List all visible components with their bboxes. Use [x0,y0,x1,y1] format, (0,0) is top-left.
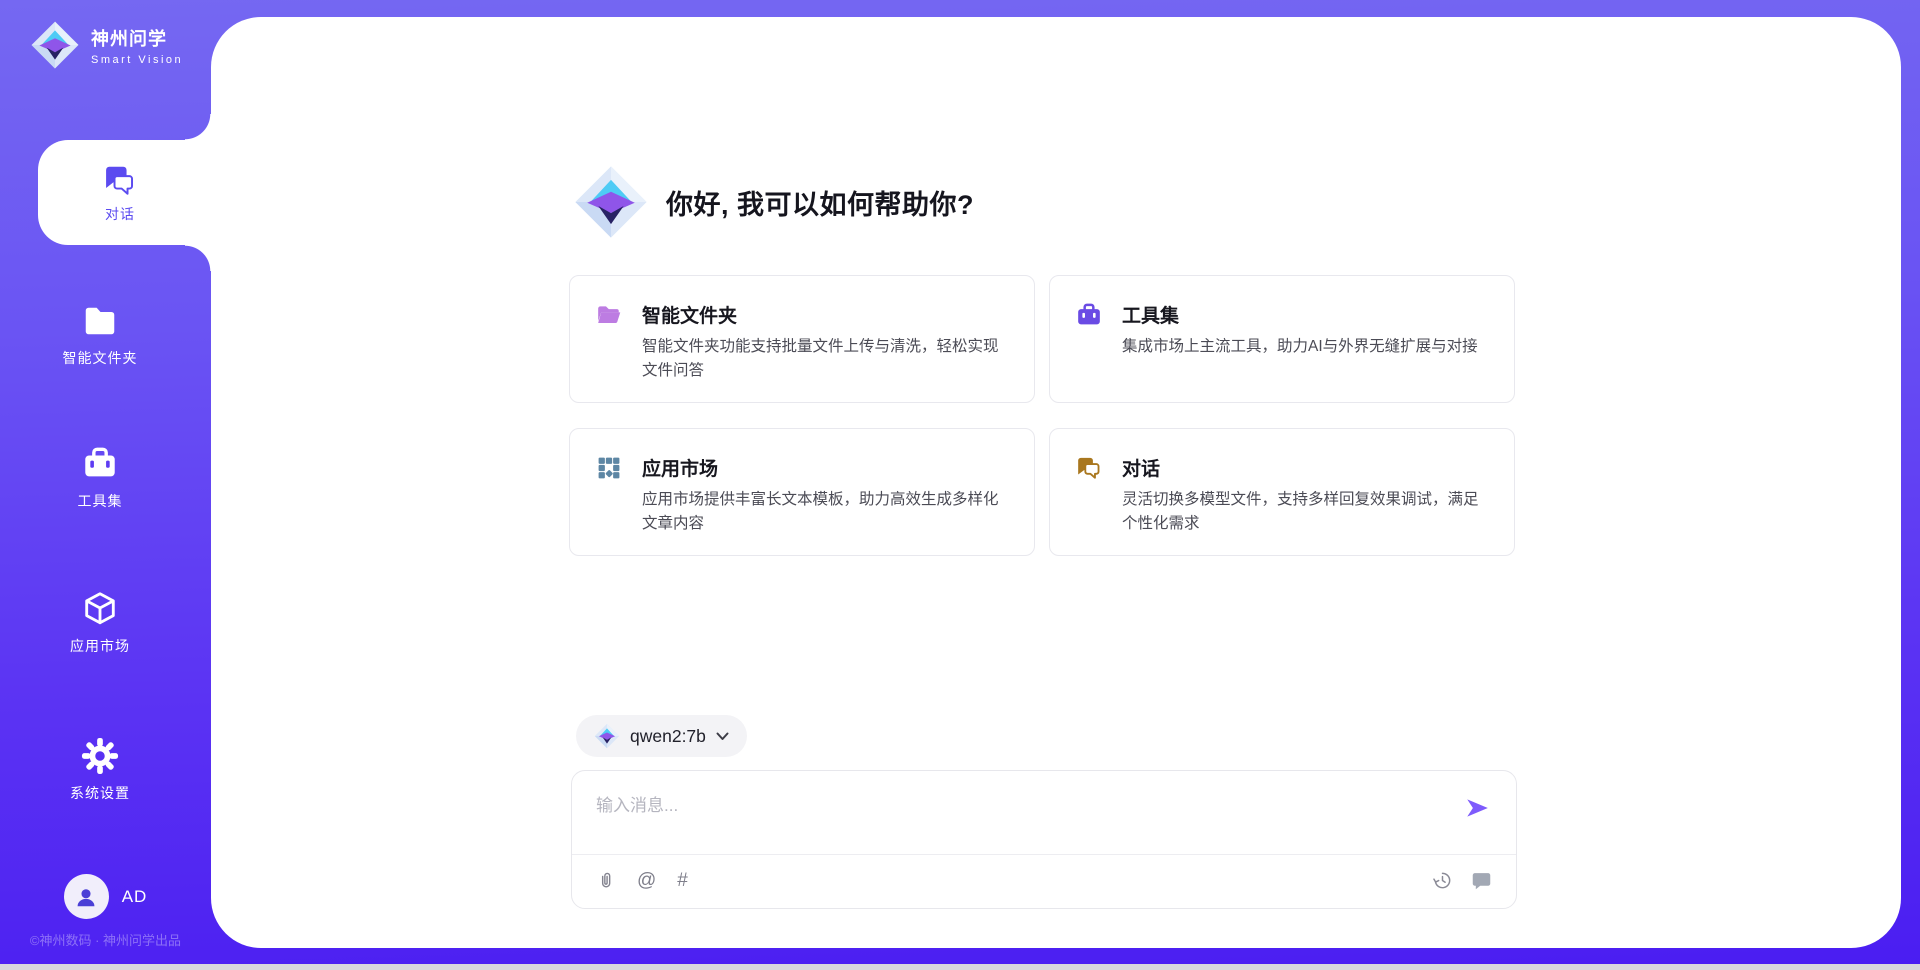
card-smart-folder[interactable]: 智能文件夹 智能文件夹功能支持批量文件上传与清洗，轻松实现文件问答 [569,275,1035,403]
model-name: qwen2:7b [630,726,706,747]
sidebar-item-label: 工具集 [78,491,123,511]
hashtag-button[interactable]: # [677,870,688,892]
folder-icon [81,302,119,340]
logo-diamond-icon [573,164,649,240]
card-title: 应用市场 [642,454,718,481]
mention-button[interactable]: @ [637,870,656,892]
app-grid-icon [596,455,622,481]
main-panel: 你好, 我可以如何帮助你? 智能文件夹 智能文件夹功能支持批量文件上传与清洗，轻… [211,17,1901,948]
mention-icon: @ [637,870,656,892]
person-icon [73,884,99,910]
window-bottom-edge [0,964,1920,970]
greeting-text: 你好, 我可以如何帮助你? [666,183,974,222]
card-chat[interactable]: 对话 灵活切换多模型文件，支持多样回复效果调试，满足个性化需求 [1049,428,1515,556]
send-button[interactable] [1462,793,1492,823]
sidebar-item-app-market[interactable]: 应用市场 [0,590,200,656]
sidebar-item-settings[interactable]: 系统设置 [0,737,200,803]
avatar [64,874,109,919]
card-description: 灵活切换多模型文件，支持多样回复效果调试，满足个性化需求 [1122,488,1486,536]
card-title: 对话 [1122,454,1160,481]
user-profile[interactable]: AD [0,874,211,919]
app-market-icon [81,590,119,628]
feedback-button[interactable] [1471,870,1492,891]
chevron-down-icon [716,732,729,741]
chat-icon [102,161,138,197]
card-description: 智能文件夹功能支持批量文件上传与清洗，轻松实现文件问答 [642,335,1006,383]
sidebar: 神州问学 Smart Vision 对话 智能文件夹 [0,0,211,964]
brand-name-en: Smart Vision [91,54,183,66]
card-title: 工具集 [1122,301,1179,328]
user-name: AD [122,887,148,907]
brand-name-cn: 神州问学 [91,25,183,51]
sidebar-item-label: 智能文件夹 [63,348,138,368]
hash-icon: # [677,870,688,892]
sidebar-item-toolset[interactable]: 工具集 [0,445,200,511]
sidebar-item-label: 对话 [105,204,135,224]
brand-logo: 神州问学 Smart Vision [30,20,183,70]
toolbox-icon [81,445,119,483]
message-composer: @ # [571,770,1517,909]
card-title: 智能文件夹 [642,301,737,328]
message-input[interactable] [572,771,1516,853]
sidebar-item-label: 系统设置 [70,783,130,803]
sidebar-item-smart-folder[interactable]: 智能文件夹 [0,302,200,368]
folder-open-icon [596,302,622,328]
logo-diamond-icon [594,723,620,749]
send-icon [1464,795,1490,821]
card-description: 集成市场上主流工具，助力AI与外界无缝扩展与对接 [1122,335,1486,359]
copyright-footer: ©神州数码 · 神州问学出品 [0,930,211,949]
greeting-block: 你好, 我可以如何帮助你? [573,164,974,240]
app-window: 神州问学 Smart Vision 对话 智能文件夹 [0,0,1920,970]
card-description: 应用市场提供丰富长文本模板，助力高效生成多样化文章内容 [642,488,1006,536]
logo-diamond-icon [30,20,80,70]
history-icon [1432,870,1453,891]
composer-toolbar: @ # [572,853,1516,908]
settings-icon [81,737,119,775]
card-toolset[interactable]: 工具集 集成市场上主流工具，助力AI与外界无缝扩展与对接 [1049,275,1515,403]
sidebar-item-label: 应用市场 [70,636,130,656]
chat-bubble-icon [1471,870,1492,891]
chat-icon [1076,455,1102,481]
paperclip-icon [596,870,616,892]
history-button[interactable] [1432,870,1453,891]
feature-cards: 智能文件夹 智能文件夹功能支持批量文件上传与清洗，轻松实现文件问答 工具集 集成… [569,275,1517,556]
attach-file-button[interactable] [596,870,616,892]
card-app-market[interactable]: 应用市场 应用市场提供丰富长文本模板，助力高效生成多样化文章内容 [569,428,1035,556]
toolbox-icon [1076,302,1102,328]
sidebar-item-chat[interactable]: 对话 [38,140,214,245]
model-selector[interactable]: qwen2:7b [576,715,747,757]
